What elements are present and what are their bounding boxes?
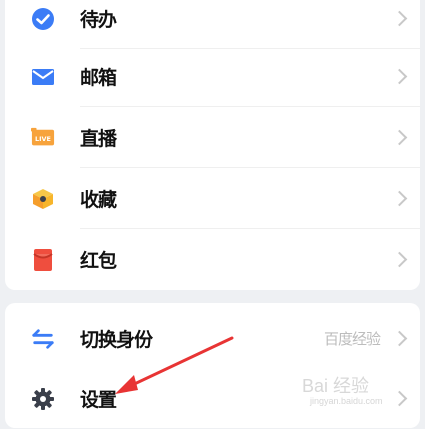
watermark-subtext: jingyan.baidu.com xyxy=(310,396,383,406)
watermark-text: Bai 经验 xyxy=(302,376,370,396)
annotation-arrow xyxy=(115,336,234,394)
